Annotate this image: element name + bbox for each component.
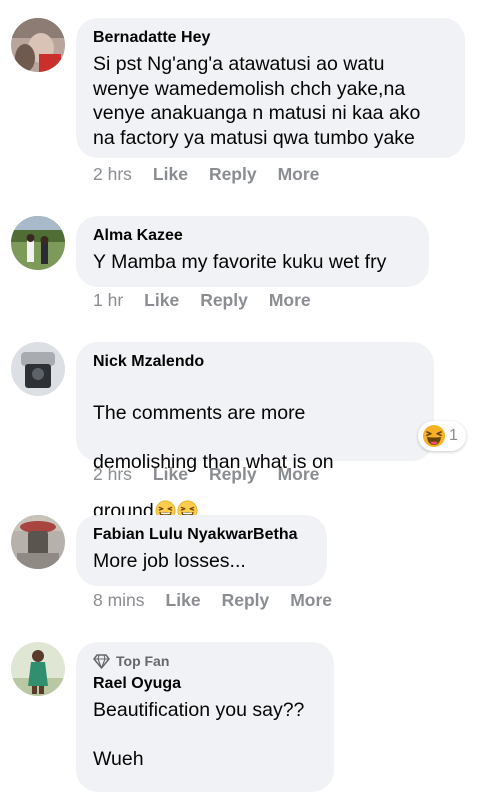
avatar-photo xyxy=(11,216,65,270)
top-fan-label: Top Fan xyxy=(116,653,170,669)
more-button[interactable]: More xyxy=(290,590,332,611)
like-button[interactable]: Like xyxy=(144,290,179,311)
comment-time[interactable]: 2 hrs xyxy=(93,164,132,185)
diamond-icon xyxy=(93,653,110,669)
more-button[interactable]: More xyxy=(269,290,311,311)
comment-bubble: Top Fan Rael Oyuga Beautification you sa… xyxy=(76,642,334,792)
comment-actions: 1 hr Like Reply More xyxy=(93,290,332,311)
comment-author[interactable]: Rael Oyuga xyxy=(93,674,317,694)
comment-author[interactable]: Fabian Lulu NyakwarBetha xyxy=(93,525,310,545)
more-button[interactable]: More xyxy=(278,464,320,485)
reply-button[interactable]: Reply xyxy=(200,290,248,311)
comment-text-line: The comments are more xyxy=(93,401,306,424)
avatar-photo xyxy=(11,18,65,72)
avatar[interactable] xyxy=(11,342,65,396)
avatar[interactable] xyxy=(11,515,65,569)
comment-author[interactable]: Alma Kazee xyxy=(93,226,412,246)
reaction-summary[interactable]: 1 xyxy=(418,421,466,451)
laughing-reaction-icon xyxy=(423,425,445,447)
avatar[interactable] xyxy=(11,18,65,72)
comment-author[interactable]: Bernadatte Hey xyxy=(93,28,448,48)
like-button[interactable]: Like xyxy=(153,164,188,185)
comment-author[interactable]: Nick Mzalendo xyxy=(93,352,417,372)
comment-actions: 2 hrs Like Reply More xyxy=(93,464,340,485)
comment-text: Si pst Ng'ang'a atawatusi ao watu wenye … xyxy=(93,53,421,149)
comment-bubble: Bernadatte Hey Si pst Ng'ang'a atawatusi… xyxy=(76,18,465,158)
like-button[interactable]: Like xyxy=(153,464,188,485)
comment-text: More job losses... xyxy=(93,550,246,572)
reply-button[interactable]: Reply xyxy=(222,590,270,611)
comment-bubble: Alma Kazee Y Mamba my favorite kuku wet … xyxy=(76,216,429,287)
top-fan-badge: Top Fan xyxy=(93,652,317,670)
reply-button[interactable]: Reply xyxy=(209,464,257,485)
comment-time[interactable]: 2 hrs xyxy=(93,464,132,485)
comment-bubble: Nick Mzalendo The comments are more demo… xyxy=(76,342,434,522)
avatar-photo xyxy=(11,342,65,396)
comment-text: Y Mamba my favorite kuku wet fry xyxy=(93,251,387,273)
more-button[interactable]: More xyxy=(278,164,320,185)
comment-time[interactable]: 1 hr xyxy=(93,290,123,311)
comment-actions: 2 hrs Like Reply More xyxy=(93,164,340,185)
avatar[interactable] xyxy=(11,642,65,696)
comment-text: The comments are more demolishing than w… xyxy=(93,376,417,523)
comment-actions: 8 mins Like Reply More xyxy=(93,590,353,611)
comment-bubble: Fabian Lulu NyakwarBetha More job losses… xyxy=(76,515,327,586)
reply-button[interactable]: Reply xyxy=(209,164,257,185)
comment-time[interactable]: 8 mins xyxy=(93,590,145,611)
avatar-photo xyxy=(11,642,65,696)
reaction-count: 1 xyxy=(449,427,458,444)
avatar[interactable] xyxy=(11,216,65,270)
comment-text: Beautification you say?? Wueh xyxy=(93,699,305,770)
like-button[interactable]: Like xyxy=(166,590,201,611)
avatar-photo xyxy=(11,515,65,569)
